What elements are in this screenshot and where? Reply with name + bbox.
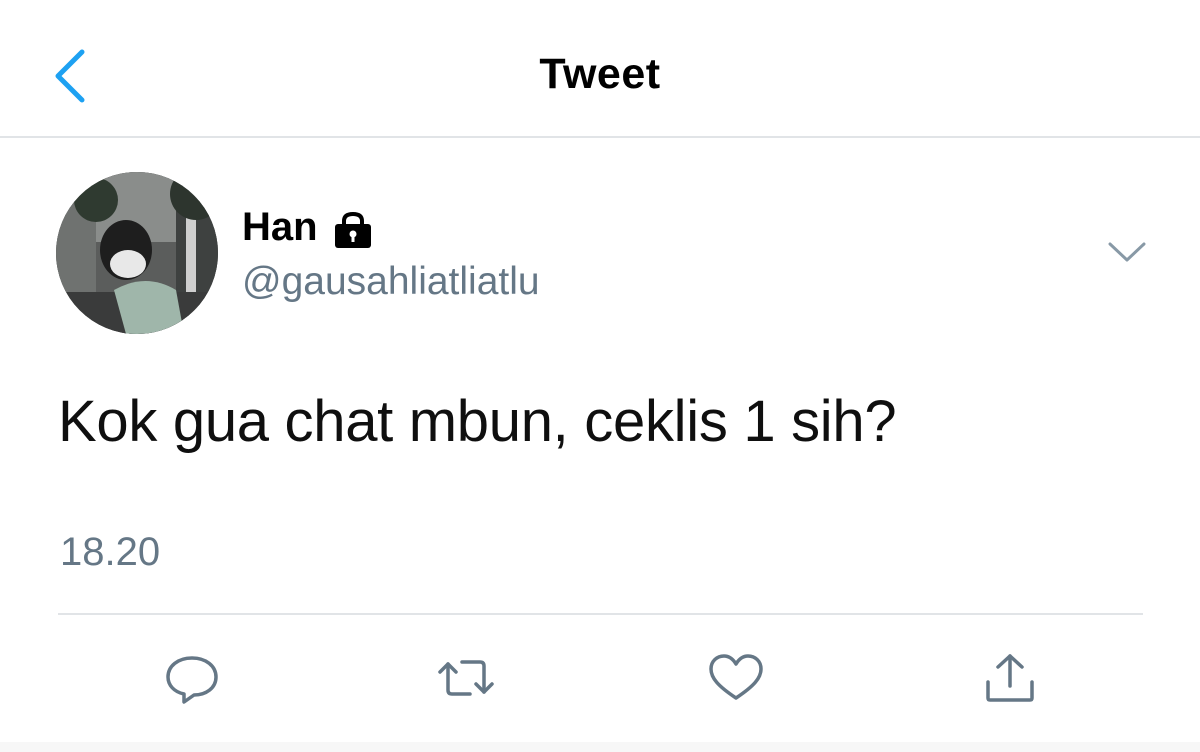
bottom-edge	[0, 742, 1200, 752]
author-name-row[interactable]: Han	[242, 205, 374, 250]
retweet-button[interactable]	[436, 650, 496, 706]
share-button[interactable]	[980, 650, 1040, 706]
lock-icon	[332, 211, 374, 249]
retweet-icon	[438, 660, 494, 696]
more-options-button[interactable]	[1104, 232, 1150, 272]
heart-icon	[709, 654, 763, 700]
share-icon	[986, 654, 1034, 702]
divider	[58, 613, 1143, 615]
tweet-timestamp: 18.20	[60, 530, 161, 574]
page-title: Tweet	[539, 50, 661, 98]
tweet-text: Kok gua chat mbun, ceklis 1 sih?	[58, 389, 897, 454]
reply-button[interactable]	[162, 650, 222, 706]
top-bar: Tweet	[0, 0, 1200, 138]
avatar[interactable]	[56, 172, 218, 334]
chevron-down-icon	[1108, 242, 1146, 262]
reply-icon	[166, 656, 218, 704]
display-name: Han	[242, 205, 318, 249]
author-handle[interactable]: @gausahliatliatlu	[242, 260, 540, 304]
profile-photo	[56, 172, 218, 334]
like-button[interactable]	[706, 650, 766, 706]
